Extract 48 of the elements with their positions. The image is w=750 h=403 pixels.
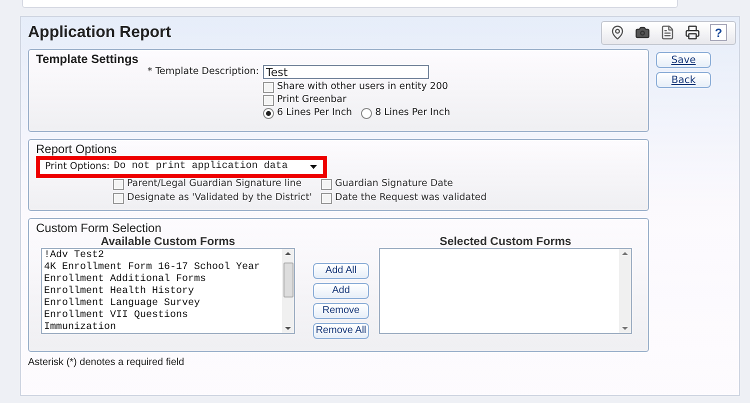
checkbox-label: Guardian Signature Date — [335, 178, 454, 190]
radio-button[interactable] — [263, 108, 274, 118]
list-option[interactable]: Immunization — [44, 322, 282, 333]
selected-forms-list[interactable] — [379, 248, 632, 334]
required-field-note: Asterisk (*) denotes a required field — [28, 357, 186, 369]
map-pin-icon[interactable] — [610, 25, 625, 40]
checkbox[interactable] — [113, 178, 124, 190]
list-option[interactable]: 4K Enrollment Form 16-17 School Year — [44, 262, 282, 274]
checkbox-label: Parent/Legal Guardian Signature line — [127, 178, 302, 190]
action-button[interactable]: Save — [656, 52, 711, 68]
list-action-button[interactable]: Add — [313, 283, 369, 299]
checkbox[interactable] — [321, 192, 332, 204]
available-forms-list[interactable]: !Adv Test2 4K Enrollment Form 16-17 School Year Enrollment Additional Forms Enrollment Health History Enrollment Language Survey Enrollment VII Questions Immunization — [41, 248, 295, 334]
section-title: Template Settings — [36, 53, 140, 65]
section-title: Custom Form Selection — [36, 222, 162, 235]
list-option[interactable]: Enrollment Health History — [44, 286, 282, 298]
column-heading: Selected Custom Forms — [440, 236, 572, 248]
action-button[interactable]: Back — [656, 72, 711, 88]
print-options-dropdown[interactable]: Do not print application data — [114, 161, 317, 173]
field-label: * Template Description: — [146, 66, 260, 78]
radio-label: 6 Lines Per Inch — [277, 107, 352, 119]
list-option[interactable]: Enrollment VII Questions — [44, 310, 282, 322]
description-input[interactable]: Test — [263, 65, 429, 79]
checkbox-label: Date the Request was validated — [335, 192, 487, 204]
section-title: Report Options — [36, 143, 118, 156]
checkbox[interactable] — [113, 192, 124, 204]
checkbox-label: Print Greenbar — [277, 94, 346, 106]
list-action-button[interactable]: Remove — [313, 303, 369, 319]
dropdown-caret-icon — [310, 165, 317, 169]
document-icon[interactable] — [660, 25, 675, 40]
list-option[interactable]: Enrollment Language Survey — [44, 298, 282, 310]
list-action-button[interactable]: Remove All — [313, 323, 369, 339]
checkbox-label: Designate as 'Validated by the District' — [127, 192, 312, 204]
radio-label: 8 Lines Per Inch — [375, 107, 450, 119]
checkbox[interactable] — [263, 82, 274, 92]
list-action-button[interactable]: Add All — [313, 263, 369, 279]
printer-icon[interactable] — [685, 25, 700, 40]
list-option[interactable]: !Adv Test2 — [44, 250, 282, 262]
list-option[interactable]: Enrollment Additional Forms — [44, 274, 282, 286]
help-button[interactable]: ? — [710, 24, 727, 41]
camera-icon[interactable] — [635, 25, 650, 40]
checkbox-label: Share with other users in entity 200 — [277, 81, 448, 93]
radio-button[interactable] — [361, 108, 372, 118]
checkbox[interactable] — [263, 94, 274, 106]
column-heading: Available Custom Forms — [100, 236, 236, 248]
page-title: Application Report — [28, 22, 172, 42]
checkbox[interactable] — [321, 178, 332, 190]
field-label: Print Options: — [45, 161, 110, 173]
